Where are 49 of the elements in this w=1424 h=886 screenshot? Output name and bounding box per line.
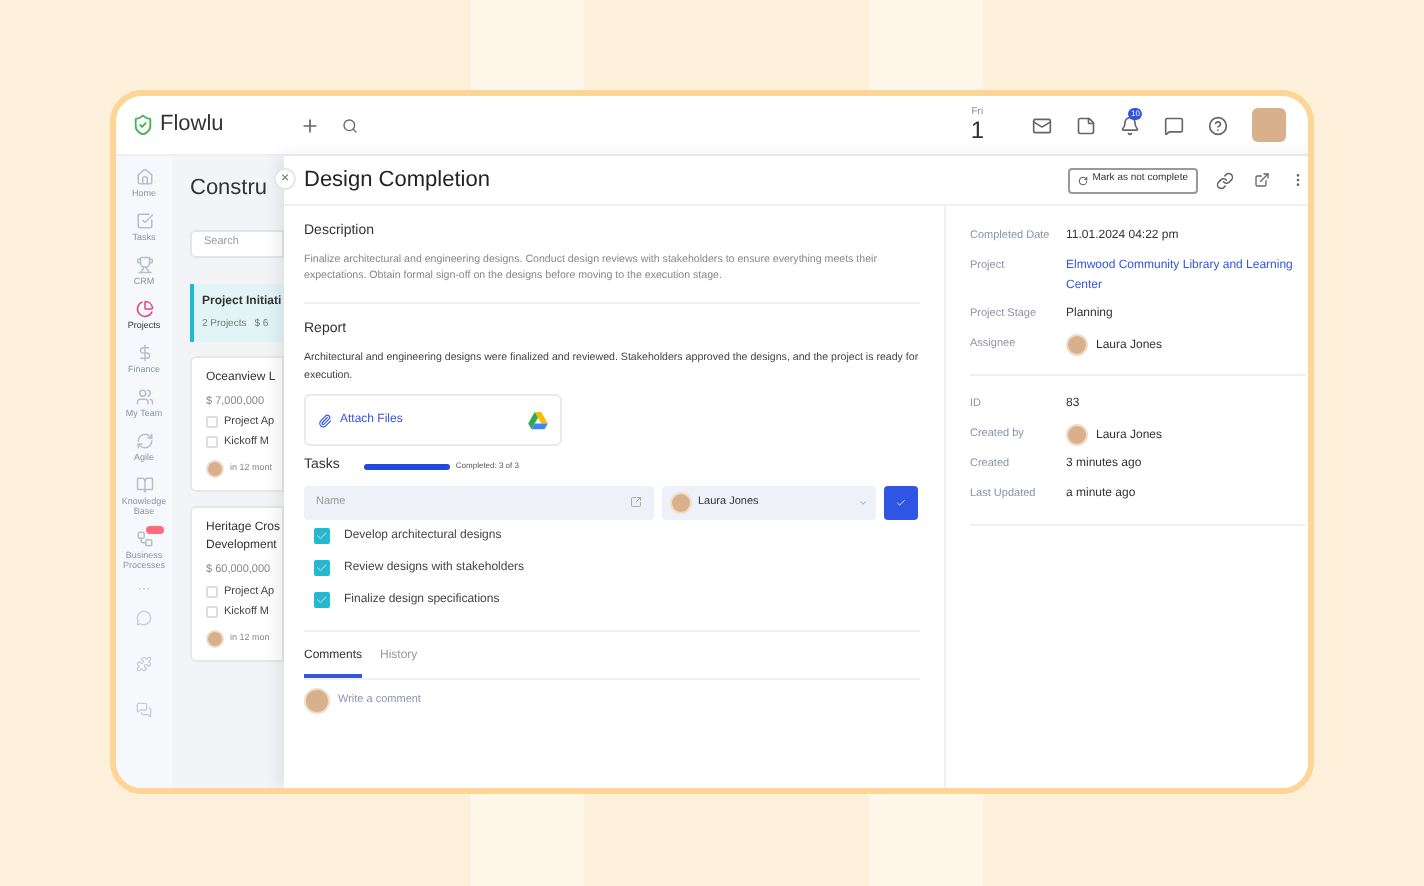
avatar: [304, 687, 330, 713]
task-checkbox[interactable]: [314, 592, 330, 608]
nav-icon: [135, 168, 153, 186]
nav-icon: [135, 388, 153, 406]
nav-icon: [135, 432, 153, 450]
paperclip-icon: [318, 413, 332, 427]
label-badge: [146, 526, 164, 534]
panel-title: Design Completion: [304, 165, 490, 196]
chevron-down-icon: [858, 497, 868, 507]
help-icon[interactable]: [1208, 115, 1228, 135]
checkbox[interactable]: [206, 415, 218, 428]
nav-icon: [135, 530, 153, 548]
logo-text: Flowlu: [160, 110, 224, 141]
avatar: [1066, 424, 1088, 446]
logo-icon: [132, 114, 154, 136]
avatar: [206, 460, 224, 479]
checkbox[interactable]: [206, 605, 218, 618]
bell-icon[interactable]: [1120, 115, 1140, 135]
drive-icon[interactable]: [528, 411, 548, 429]
day-number: 1: [970, 118, 984, 142]
check-icon: [316, 530, 328, 542]
refresh-icon: [1078, 175, 1089, 185]
link-icon[interactable]: [1216, 171, 1234, 189]
avatar: [670, 491, 692, 513]
mail-icon[interactable]: [1032, 115, 1052, 135]
check-icon: [316, 594, 328, 606]
search-icon[interactable]: [341, 117, 358, 133]
nav-icon: [135, 256, 153, 274]
nav-icon: [135, 476, 153, 494]
checkbox[interactable]: [206, 585, 218, 598]
user-avatar[interactable]: [1252, 108, 1286, 142]
avatar: [206, 630, 224, 648]
checkbox[interactable]: [206, 436, 218, 449]
check-icon: [896, 497, 906, 507]
check-icon: [316, 562, 328, 574]
confirm-button[interactable]: [884, 485, 918, 519]
note-icon[interactable]: [1076, 115, 1096, 135]
add-icon[interactable]: [299, 115, 320, 135]
external-link-icon[interactable]: [1254, 172, 1270, 188]
avatar: [1066, 334, 1088, 356]
task-checkbox[interactable]: [314, 528, 330, 544]
expand-icon[interactable]: [630, 496, 642, 508]
nav-icon: [135, 344, 153, 362]
board-title: Constru: [190, 174, 270, 204]
task-checkbox[interactable]: [314, 560, 330, 576]
chat-icon[interactable]: [1164, 115, 1184, 135]
nav-icon: [135, 212, 153, 230]
progress-track: [363, 463, 450, 470]
nav-icon: [135, 300, 153, 318]
